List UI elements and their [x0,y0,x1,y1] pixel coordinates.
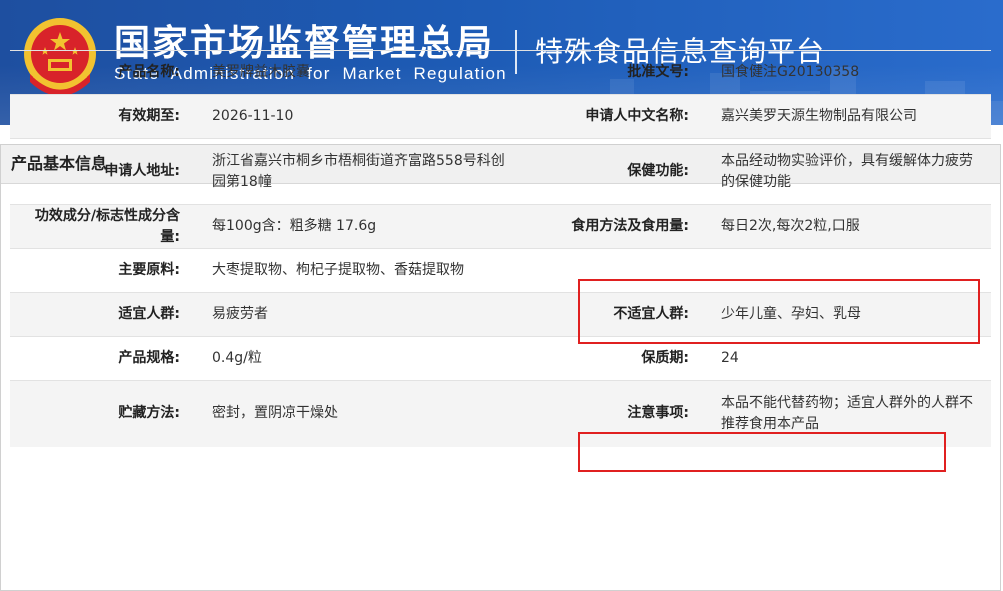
row-value: 美罗牌益木胶囊 [196,50,523,95]
table-row: 产品规格: 0.4g/粒 保质期: 24 [10,336,991,381]
row-label: 保质期: [523,336,705,381]
row-label: 有效期至: [10,94,196,139]
table-row: 主要原料: 大枣提取物、枸杞子提取物、香菇提取物 [10,248,991,293]
table-row: 贮藏方法: 密封，置阴凉干燥处 注意事项: 本品不能代替药物；适宜人群外的人群不… [10,380,991,447]
row-label: 保健功能: [523,138,705,205]
table-row: 适宜人群: 易疲劳者 不适宜人群: 少年儿童、孕妇、乳母 [10,292,991,337]
row-value: 每100g含：粗多糖 17.6g [196,204,523,249]
row-label: 注意事项: [523,380,705,447]
row-value: 本品不能代替药物；适宜人群外的人群不推荐食用本产品 [705,380,991,447]
row-value: 易疲劳者 [196,292,523,337]
row-label: 产品名称: [10,50,196,95]
row-value [705,248,991,293]
row-value: 大枣提取物、枸杞子提取物、香菇提取物 [196,248,523,293]
row-label: 食用方法及食用量: [523,204,705,249]
table-row: 有效期至: 2026-11-10 申请人中文名称: 嘉兴美罗天源生物制品有限公司 [10,94,991,139]
row-label: 申请人地址: [10,138,196,205]
row-value: 嘉兴美罗天源生物制品有限公司 [705,94,991,139]
row-label: 不适宜人群: [523,292,705,337]
table-row: 申请人地址: 浙江省嘉兴市桐乡市梧桐街道齐富路558号科创园第18幢 保健功能:… [10,138,991,205]
row-value: 每日2次,每次2粒,口服 [705,204,991,249]
product-info-table: 产品名称: 美罗牌益木胶囊 批准文号: 国食健注G20130358 有效期至: … [10,50,991,447]
row-label: 适宜人群: [10,292,196,337]
row-label: 功效成分/标志性成分含量: [10,204,196,249]
row-value: 本品经动物实验评价，具有缓解体力疲劳的保健功能 [705,138,991,205]
table-row: 功效成分/标志性成分含量: 每100g含：粗多糖 17.6g 食用方法及食用量:… [10,204,991,249]
row-value: 24 [705,336,991,381]
row-value: 少年儿童、孕妇、乳母 [705,292,991,337]
row-label: 主要原料: [10,248,196,293]
row-label: 产品规格: [10,336,196,381]
row-value: 密封，置阴凉干燥处 [196,380,523,447]
row-label: 批准文号: [523,50,705,95]
row-value: 2026-11-10 [196,94,523,139]
table-row: 产品名称: 美罗牌益木胶囊 批准文号: 国食健注G20130358 [10,50,991,95]
row-label: 申请人中文名称: [523,94,705,139]
row-value: 0.4g/粒 [196,336,523,381]
row-value: 浙江省嘉兴市桐乡市梧桐街道齐富路558号科创园第18幢 [196,138,523,205]
row-label: 贮藏方法: [10,380,196,447]
row-value: 国食健注G20130358 [705,50,991,95]
row-label [523,248,705,293]
